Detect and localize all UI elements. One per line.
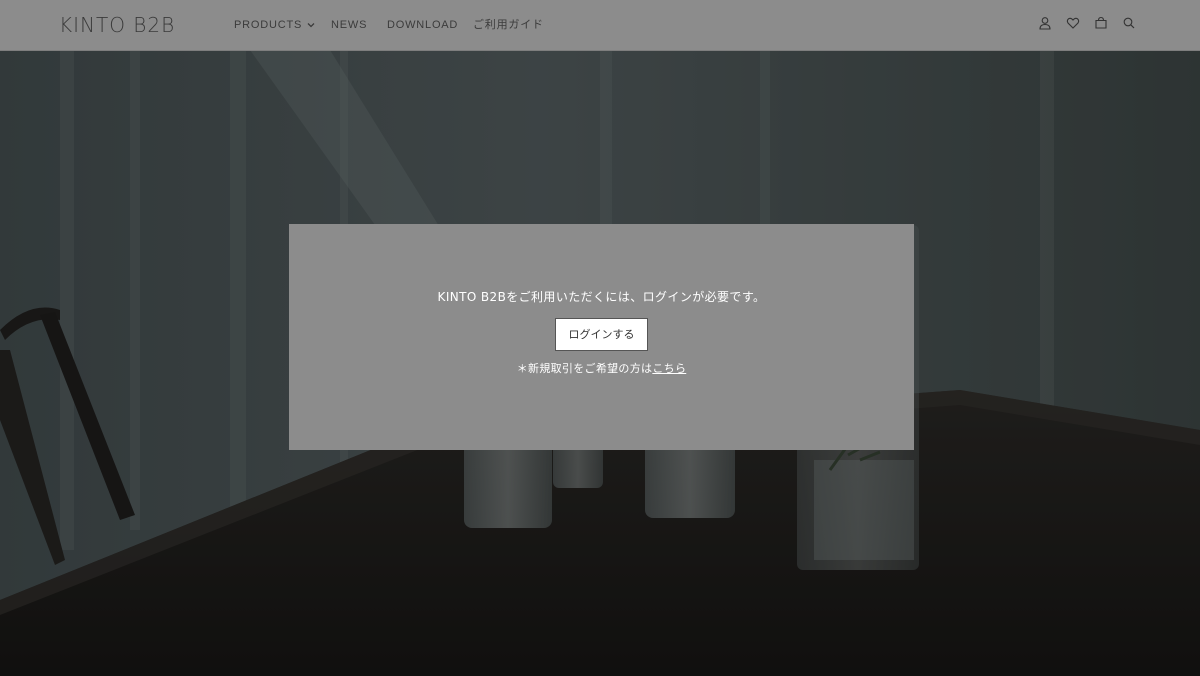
nav-item-label: ご利用ガイド	[473, 19, 544, 31]
new-account-link[interactable]: こちら	[652, 362, 686, 375]
login-required-modal: KINTO B2Bをご利用いただくには、ログインが必要です。 ログインする ＊新…	[289, 224, 914, 450]
user-icon[interactable]	[1038, 16, 1052, 30]
nav-item-products[interactable]: PRODUCTS	[234, 17, 331, 33]
heart-icon[interactable]	[1066, 16, 1080, 30]
nav-item-label: DOWNLOAD	[387, 19, 459, 31]
nav-item-download[interactable]: DOWNLOAD	[387, 17, 473, 33]
header-icons	[1038, 16, 1136, 32]
chevron-down-icon	[307, 23, 315, 28]
nav-item-label: NEWS	[331, 19, 368, 31]
login-required-message: KINTO B2Bをご利用いただくには、ログインが必要です。	[437, 290, 766, 304]
new-account-note: ＊新規取引をご希望の方はこちら	[289, 361, 914, 377]
main-nav: PRODUCTS NEWS DOWNLOAD ご利用ガイド	[234, 17, 553, 33]
site-logo[interactable]: KINTO B2B	[59, 13, 175, 37]
site-header: KINTO B2B PRODUCTS NEWS DOWNLOAD ご利用ガイド	[0, 0, 1200, 51]
search-icon[interactable]	[1122, 16, 1136, 30]
nav-item-guide[interactable]: ご利用ガイド	[473, 17, 553, 33]
page: KINTO B2B PRODUCTS NEWS DOWNLOAD ご利用ガイド	[0, 0, 1200, 676]
nav-item-news[interactable]: NEWS	[331, 17, 387, 33]
nav-item-label: PRODUCTS	[234, 19, 303, 31]
cart-icon[interactable]	[1094, 16, 1108, 30]
new-account-note-text: ＊新規取引をご希望の方は	[516, 362, 653, 375]
login-button[interactable]: ログインする	[555, 318, 648, 351]
